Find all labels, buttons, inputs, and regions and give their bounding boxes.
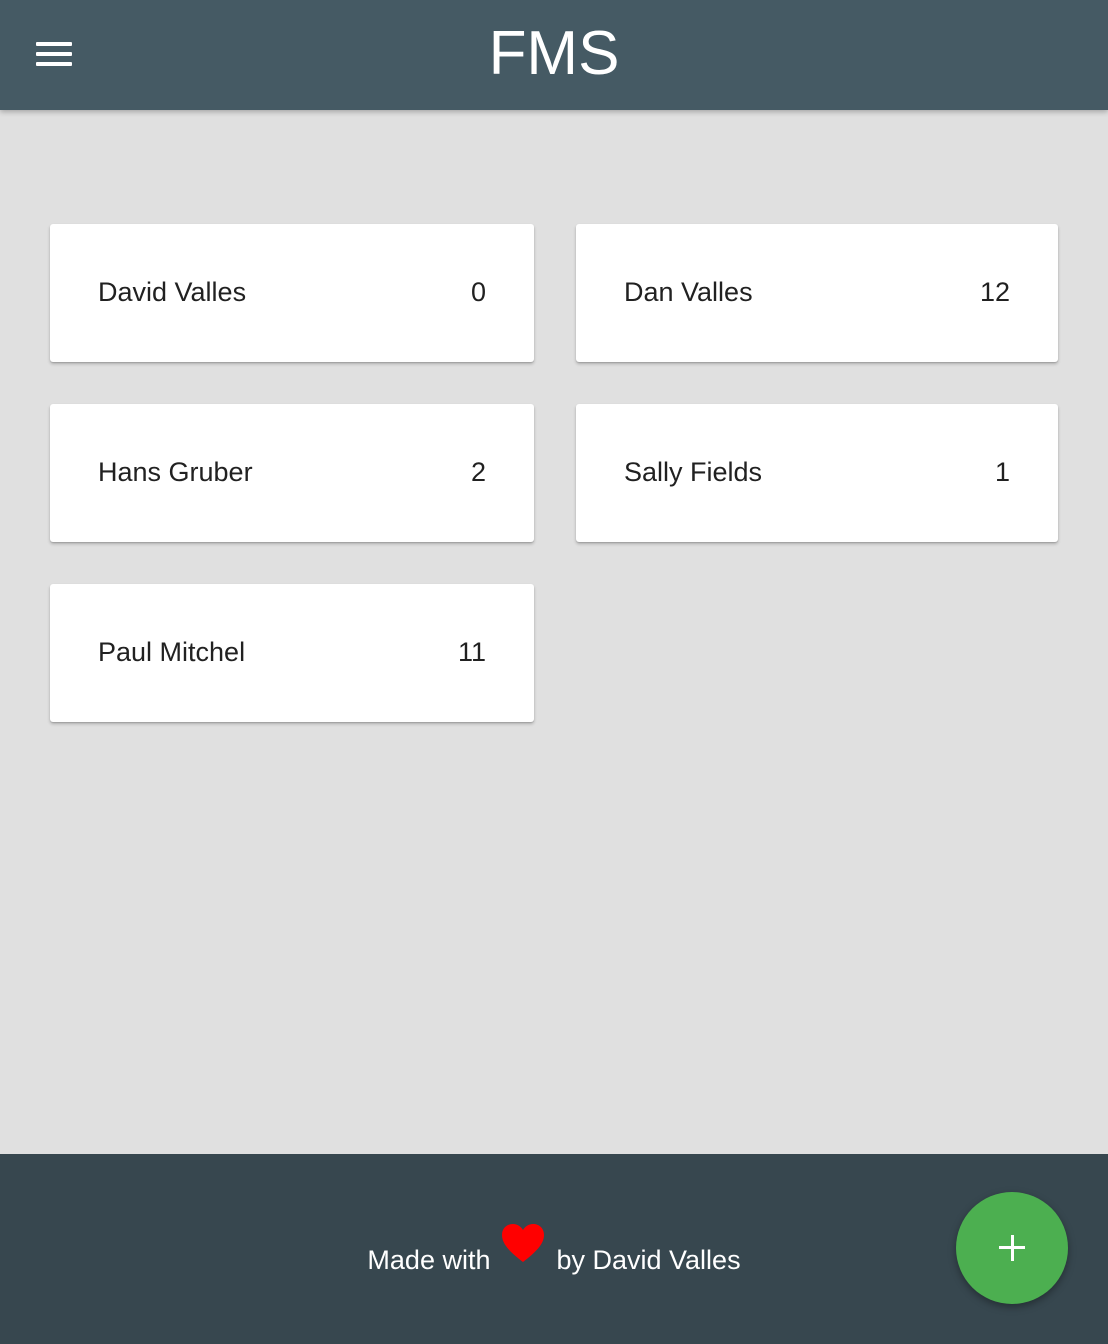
player-card[interactable]: Dan Valles 12 xyxy=(576,224,1058,362)
player-count: 0 xyxy=(470,277,486,307)
player-name: Hans Gruber xyxy=(98,457,253,487)
player-count: 1 xyxy=(994,457,1010,487)
player-name: Paul Mitchel xyxy=(98,637,246,667)
footer: Made with by David Valles xyxy=(0,1154,1108,1344)
footer-credit: Made with by David Valles xyxy=(0,1224,1108,1284)
player-count: 12 xyxy=(979,277,1010,307)
player-card[interactable]: Sally Fields 1 xyxy=(576,404,1058,542)
add-button[interactable] xyxy=(956,1192,1068,1304)
menu-icon xyxy=(36,42,72,46)
footer-prefix: Made with xyxy=(367,1245,491,1275)
app-bar: FMS xyxy=(0,0,1108,110)
player-count: 11 xyxy=(457,637,486,667)
player-name: David Valles xyxy=(98,277,247,307)
player-card[interactable]: Hans Gruber 2 xyxy=(50,404,534,542)
player-count: 2 xyxy=(470,457,486,487)
player-card[interactable]: David Valles 0 xyxy=(50,224,534,362)
footer-suffix: by David Valles xyxy=(556,1245,741,1275)
player-name: Sally Fields xyxy=(624,457,763,487)
player-name: Dan Valles xyxy=(624,277,753,307)
heart-icon xyxy=(502,1224,545,1284)
player-card[interactable]: Paul Mitchel 11 xyxy=(50,584,534,722)
menu-button[interactable] xyxy=(28,34,80,74)
page-title: FMS xyxy=(488,19,620,88)
